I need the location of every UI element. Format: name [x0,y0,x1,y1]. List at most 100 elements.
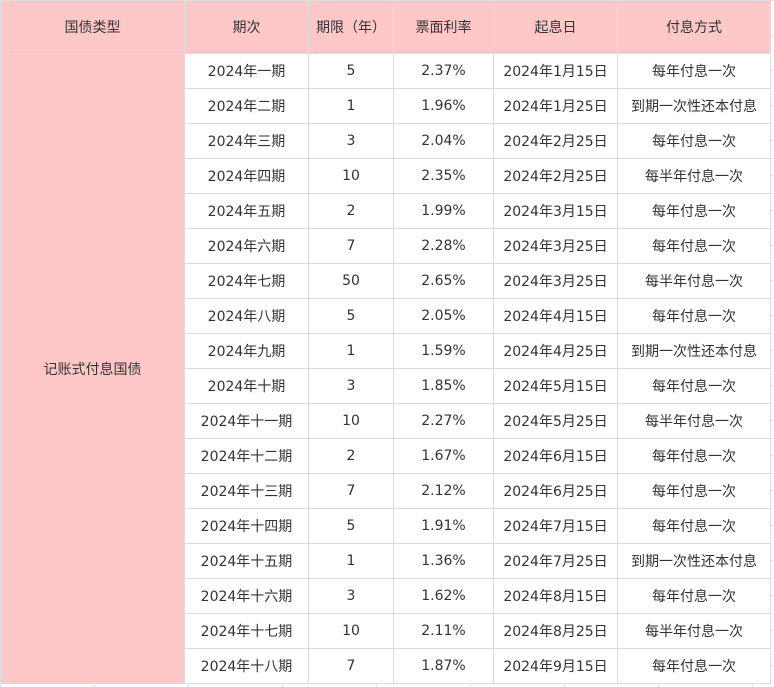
start-date-cell[interactable]: 2024年7月25日 [493,543,618,579]
term-cell[interactable]: 3 [308,578,394,614]
start-date-cell[interactable]: 2024年6月15日 [493,438,618,474]
coupon-rate-cell[interactable]: 1.62% [393,578,494,614]
period-cell[interactable]: 2024年九期 [184,333,309,369]
term-cell[interactable]: 5 [308,298,394,334]
payment-method-cell[interactable]: 每年付息一次 [617,578,771,614]
start-date-cell[interactable]: 2024年5月15日 [493,368,618,404]
coupon-rate-cell[interactable]: 2.28% [393,228,494,264]
period-cell[interactable]: 2024年十四期 [184,508,309,544]
period-cell[interactable]: 2024年十期 [184,368,309,404]
start-date-cell[interactable]: 2024年2月25日 [493,158,618,194]
period-cell[interactable]: 2024年十二期 [184,438,309,474]
payment-method-cell[interactable]: 每年付息一次 [617,438,771,474]
term-cell[interactable]: 10 [308,403,394,439]
period-cell[interactable]: 2024年十七期 [184,613,309,649]
header-period[interactable]: 期次 [184,0,309,54]
term-cell[interactable]: 1 [308,88,394,124]
coupon-rate-cell[interactable]: 1.85% [393,368,494,404]
term-cell[interactable]: 7 [308,228,394,264]
start-date-cell[interactable]: 2024年1月15日 [493,53,618,89]
header-start-date[interactable]: 起息日 [493,0,618,54]
coupon-rate-cell[interactable]: 1.96% [393,88,494,124]
start-date-cell[interactable]: 2024年3月15日 [493,193,618,229]
period-cell[interactable]: 2024年八期 [184,298,309,334]
period-cell[interactable]: 2024年十一期 [184,403,309,439]
start-date-cell[interactable]: 2024年4月15日 [493,298,618,334]
term-cell[interactable]: 7 [308,473,394,509]
bond-table: 国债类型 期次 期限（年） 票面利率 起息日 付息方式 记账式付息国债 2024年… [0,0,771,684]
coupon-rate-cell[interactable]: 2.11% [393,613,494,649]
period-cell[interactable]: 2024年一期 [184,53,309,89]
start-date-cell[interactable]: 2024年4月25日 [493,333,618,369]
start-date-cell[interactable]: 2024年7月15日 [493,508,618,544]
period-cell[interactable]: 2024年二期 [184,88,309,124]
coupon-rate-cell[interactable]: 2.35% [393,158,494,194]
start-date-cell[interactable]: 2024年8月25日 [493,613,618,649]
payment-method-cell[interactable]: 到期一次性还本付息 [617,333,771,369]
payment-method-cell[interactable]: 每半年付息一次 [617,403,771,439]
term-cell[interactable]: 2 [308,193,394,229]
payment-method-cell[interactable]: 每年付息一次 [617,508,771,544]
header-term[interactable]: 期限（年） [308,0,394,54]
payment-method-cell[interactable]: 到期一次性还本付息 [617,543,771,579]
payment-method-cell[interactable]: 每年付息一次 [617,228,771,264]
start-date-cell[interactable]: 2024年1月25日 [493,88,618,124]
coupon-rate-cell[interactable]: 1.87% [393,648,494,684]
term-cell[interactable]: 3 [308,123,394,159]
term-cell[interactable]: 1 [308,543,394,579]
term-cell[interactable]: 10 [308,158,394,194]
coupon-rate-cell[interactable]: 2.05% [393,298,494,334]
bond-type-cell[interactable]: 记账式付息国债 [0,53,185,684]
coupon-rate-cell[interactable]: 1.91% [393,508,494,544]
term-cell[interactable]: 3 [308,368,394,404]
period-cell[interactable]: 2024年十六期 [184,578,309,614]
payment-method-cell[interactable]: 每半年付息一次 [617,263,771,299]
period-cell[interactable]: 2024年三期 [184,123,309,159]
period-cell[interactable]: 2024年十五期 [184,543,309,579]
payment-method-cell[interactable]: 每年付息一次 [617,368,771,404]
spreadsheet-grid: 国债类型 期次 期限（年） 票面利率 起息日 付息方式 记账式付息国债 2024年… [0,0,774,687]
term-cell[interactable]: 2 [308,438,394,474]
coupon-rate-cell[interactable]: 1.99% [393,193,494,229]
period-cell[interactable]: 2024年六期 [184,228,309,264]
header-payment-method[interactable]: 付息方式 [617,0,771,54]
coupon-rate-cell[interactable]: 2.65% [393,263,494,299]
table-body: 记账式付息国债 2024年一期 5 2.37% 2024年1月15日 每年付息一次 2024… [0,53,771,684]
term-cell[interactable]: 10 [308,613,394,649]
coupon-rate-cell[interactable]: 1.36% [393,543,494,579]
term-cell[interactable]: 50 [308,263,394,299]
period-cell[interactable]: 2024年七期 [184,263,309,299]
period-cell[interactable]: 2024年四期 [184,158,309,194]
header-bond-type[interactable]: 国债类型 [0,0,185,54]
coupon-rate-cell[interactable]: 1.67% [393,438,494,474]
term-cell[interactable]: 5 [308,508,394,544]
payment-method-cell[interactable]: 每年付息一次 [617,193,771,229]
start-date-cell[interactable]: 2024年9月15日 [493,648,618,684]
coupon-rate-cell[interactable]: 2.04% [393,123,494,159]
period-cell[interactable]: 2024年十三期 [184,473,309,509]
payment-method-cell[interactable]: 每半年付息一次 [617,613,771,649]
payment-method-cell[interactable]: 每年付息一次 [617,53,771,89]
payment-method-cell[interactable]: 每半年付息一次 [617,158,771,194]
term-cell[interactable]: 7 [308,648,394,684]
term-cell[interactable]: 5 [308,53,394,89]
payment-method-cell[interactable]: 每年付息一次 [617,123,771,159]
payment-method-cell[interactable]: 到期一次性还本付息 [617,88,771,124]
payment-method-cell[interactable]: 每年付息一次 [617,473,771,509]
start-date-cell[interactable]: 2024年6月25日 [493,473,618,509]
coupon-rate-cell[interactable]: 2.27% [393,403,494,439]
period-cell[interactable]: 2024年五期 [184,193,309,229]
start-date-cell[interactable]: 2024年2月25日 [493,123,618,159]
start-date-cell[interactable]: 2024年5月25日 [493,403,618,439]
term-cell[interactable]: 1 [308,333,394,369]
start-date-cell[interactable]: 2024年8月15日 [493,578,618,614]
payment-method-cell[interactable]: 每年付息一次 [617,298,771,334]
start-date-cell[interactable]: 2024年3月25日 [493,228,618,264]
payment-method-cell[interactable]: 每年付息一次 [617,648,771,684]
coupon-rate-cell[interactable]: 2.37% [393,53,494,89]
header-coupon-rate[interactable]: 票面利率 [393,0,494,54]
period-cell[interactable]: 2024年十八期 [184,648,309,684]
coupon-rate-cell[interactable]: 1.59% [393,333,494,369]
coupon-rate-cell[interactable]: 2.12% [393,473,494,509]
start-date-cell[interactable]: 2024年3月25日 [493,263,618,299]
